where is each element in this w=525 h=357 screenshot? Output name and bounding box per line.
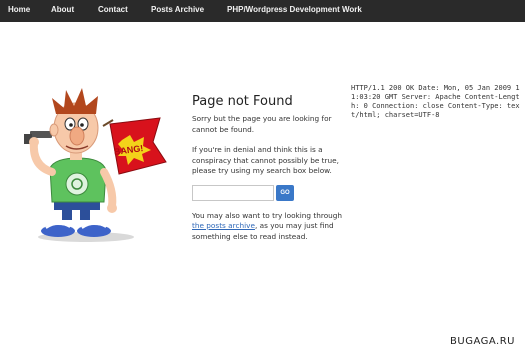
nav-posts-archive[interactable]: Posts Archive xyxy=(151,5,204,14)
http-headers-text: HTTP/1.1 200 OK Date: Mon, 05 Jan 2009 1… xyxy=(351,84,520,119)
posts-archive-link[interactable]: the posts archive xyxy=(192,221,255,230)
cartoon-man-illustration: BANG! xyxy=(10,80,180,250)
nav-contact[interactable]: Contact xyxy=(98,5,128,14)
archive-message-start: You may also want to try looking through xyxy=(192,210,343,220)
not-found-message: Sorry but the page you are looking for c… xyxy=(192,114,332,134)
search-go-button[interactable]: GO xyxy=(276,184,294,201)
watermark: BUGAGA.RU xyxy=(450,336,515,347)
nav-about[interactable]: About xyxy=(51,5,74,14)
not-found-content: Page not Found Sorry but the page you ar… xyxy=(192,94,352,242)
page-title: Page not Found xyxy=(192,94,293,109)
nav-php-wordpress-work[interactable]: PHP/Wordpress Development Work xyxy=(227,5,362,14)
cartoon-man-gun-icon: BANG! xyxy=(24,88,167,242)
archive-message: You may also want to try looking through… xyxy=(192,211,352,243)
search-form: GO xyxy=(192,184,352,202)
search-input[interactable] xyxy=(192,184,274,201)
nav-home[interactable]: Home xyxy=(8,5,30,14)
navbar: Home About Contact Posts Archive PHP/Wor… xyxy=(0,0,525,22)
denial-message: If you're in denial and think this is a … xyxy=(192,145,339,175)
